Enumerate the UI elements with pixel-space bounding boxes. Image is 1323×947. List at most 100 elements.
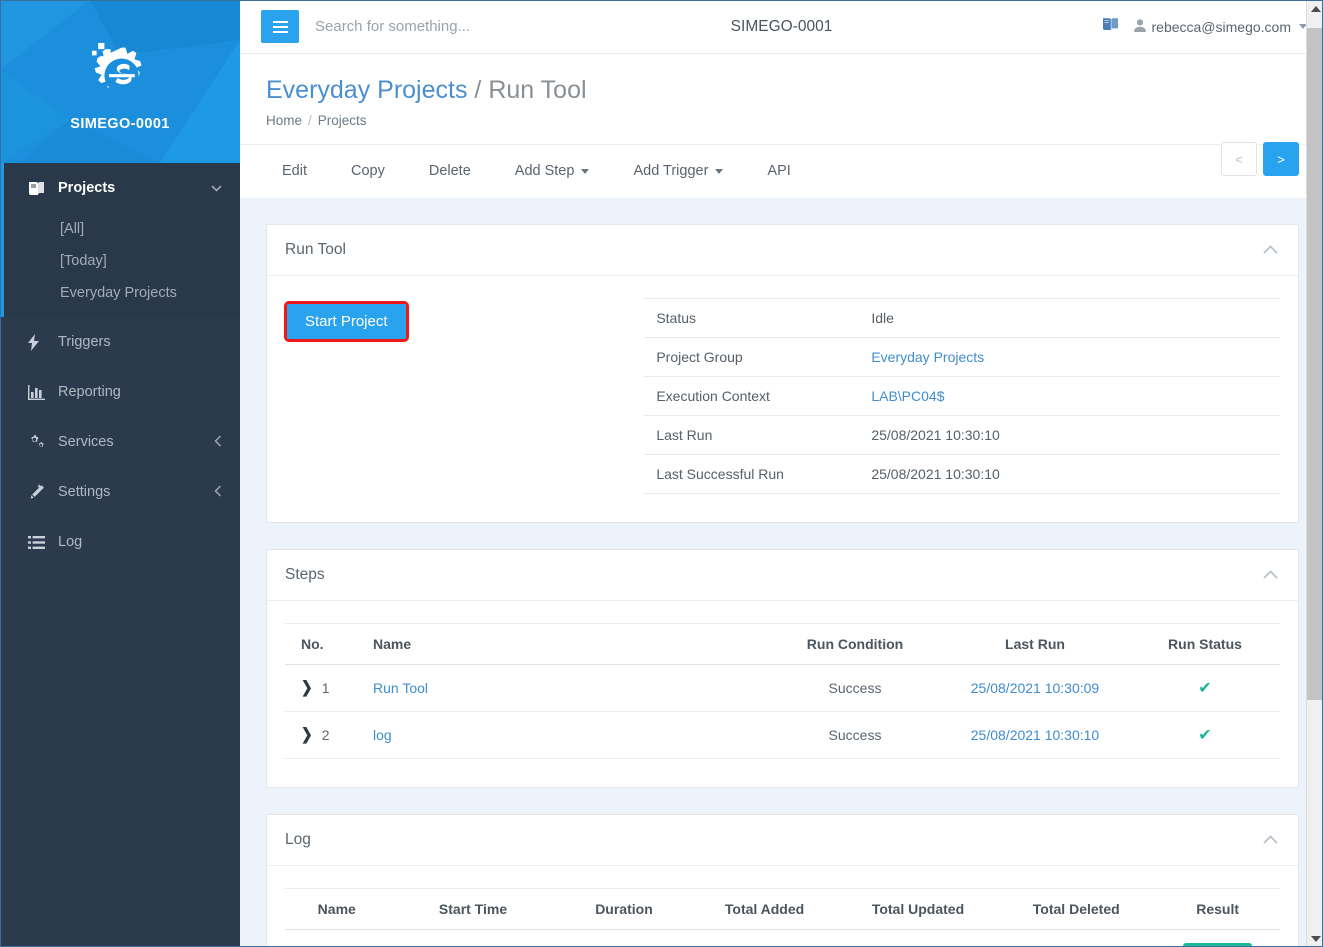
detail-value-link[interactable]: LAB\PC04$	[871, 388, 944, 404]
sidebar-item-settings[interactable]: Settings	[0, 467, 240, 517]
column-header-last-run: Last Run	[940, 622, 1130, 665]
status-badge: Success	[1183, 942, 1252, 947]
steps-panel: Steps No. Name Run Condition Last Run Ru…	[266, 548, 1299, 788]
sidebar-item-triggers[interactable]: Triggers	[0, 317, 240, 367]
detail-key: Status	[644, 298, 860, 338]
log-total-deleted: 0	[997, 929, 1156, 947]
content-area: Run Tool Start Project Status Idle Proje…	[240, 198, 1323, 947]
log-table-header-row: Name Start Time Duration Total Added Tot…	[285, 887, 1280, 930]
chevron-left-icon[interactable]	[214, 485, 222, 499]
sidebar-subnav-projects: [All] [Today] Everyday Projects	[0, 213, 240, 317]
user-icon	[1133, 18, 1146, 35]
step-last-run-link[interactable]: 25/08/2021 10:30:10	[971, 727, 1099, 743]
step-name-link[interactable]: Run Tool	[373, 680, 428, 696]
sidebar-item-label: Log	[58, 534, 83, 550]
sidebar-subitem-all[interactable]: [All]	[0, 213, 240, 245]
detail-key: Last Run	[644, 415, 860, 455]
sidebar-item-label: Settings	[58, 484, 111, 500]
chevron-up-icon[interactable]	[1263, 567, 1278, 582]
detail-row-last-run: Last Run 25/08/2021 10:30:10	[644, 415, 1280, 455]
table-row[interactable]: 69 25/08/2021 10:30:08 +00:00:02 0 0 0 S…	[285, 929, 1280, 947]
chart-bar-icon	[28, 384, 48, 400]
chevron-down-icon[interactable]	[211, 182, 222, 194]
chevron-right-icon[interactable]: ❯	[301, 678, 313, 698]
log-panel-body: Name Start Time Duration Total Added Tot…	[267, 866, 1298, 947]
scroll-up-button[interactable]	[1307, 0, 1323, 17]
page-header: Everyday Projects / Run Tool Home / Projec…	[240, 54, 1323, 176]
sidebar-item-log[interactable]: Log	[0, 517, 240, 567]
prev-page-button[interactable]: <	[1221, 142, 1257, 176]
user-email: rebecca@simego.com	[1151, 18, 1292, 35]
sidebar-item-reporting[interactable]: Reporting	[0, 367, 240, 417]
log-duration: +00:00:02	[557, 929, 691, 947]
bolt-icon	[28, 333, 48, 351]
chevron-left-icon[interactable]	[214, 435, 222, 449]
detail-key: Execution Context	[644, 376, 860, 416]
toolbar-label: Copy	[351, 163, 385, 180]
detail-row-execution-context: Execution Context LAB\PC04$	[644, 376, 1280, 416]
step-name-link[interactable]: log	[373, 727, 392, 743]
toolbar-delete-button[interactable]: Delete	[407, 144, 493, 198]
toolbar-label: Add Step	[514, 163, 575, 180]
brand-title: SIMEGO-0001	[70, 115, 170, 132]
toolbar-add-step-button[interactable]: Add Step	[493, 144, 612, 198]
scrollbar-thumb[interactable]	[1307, 28, 1323, 700]
user-menu[interactable]: rebecca@simego.com	[1133, 18, 1307, 35]
column-header-total-added: Total Added	[690, 887, 839, 930]
breadcrumb-projects[interactable]: Projects	[318, 113, 367, 128]
start-project-button[interactable]: Start Project	[284, 300, 409, 342]
table-row[interactable]: ❯ 2 log Success 25/08/2021 10:30:10 ✔	[285, 711, 1280, 759]
sidebar-item-services[interactable]: Services	[0, 417, 240, 467]
toolbar-copy-button[interactable]: Copy	[329, 144, 407, 198]
vertical-scrollbar[interactable]	[1306, 0, 1323, 947]
scroll-down-button[interactable]	[1307, 930, 1323, 947]
check-icon: ✔	[1198, 726, 1212, 744]
sidebar-subitem-today[interactable]: [Today]	[0, 245, 240, 277]
sidebar-item-label: Reporting	[58, 384, 121, 400]
sidebar-subitem-everyday-projects[interactable]: Everyday Projects	[0, 277, 240, 309]
breadcrumb-home[interactable]: Home	[266, 113, 302, 128]
hamburger-menu-icon[interactable]	[261, 10, 299, 43]
detail-value: 25/08/2021 10:30:10	[859, 415, 1280, 455]
log-table: Name Start Time Duration Total Added Tot…	[285, 887, 1280, 947]
step-last-run-link[interactable]: 25/08/2021 10:30:09	[971, 680, 1099, 696]
triangle-down-icon	[1310, 935, 1321, 942]
column-header-run-condition: Run Condition	[770, 622, 940, 665]
chevron-up-icon[interactable]	[1263, 832, 1278, 847]
detail-row-last-successful-run: Last Successful Run 25/08/2021 10:30:10	[644, 454, 1280, 494]
table-row[interactable]: ❯ 1 Run Tool Success 25/08/2021 10:30:09…	[285, 664, 1280, 712]
detail-value-link[interactable]: Everyday Projects	[871, 349, 984, 365]
chevron-right-icon[interactable]: ❯	[301, 725, 313, 745]
column-header-total-deleted: Total Deleted	[997, 887, 1156, 930]
column-header-name: Name	[365, 622, 770, 665]
caret-down-icon	[715, 168, 724, 174]
sidebar: SIMEGO-0001 Projects [All] [Today] Every…	[0, 0, 240, 947]
step-run-condition: Success	[770, 664, 940, 712]
log-panel: Log Name Start Time Duration Total Added…	[266, 813, 1299, 947]
pagination: < >	[1221, 142, 1299, 176]
log-total-added: 0	[690, 929, 839, 947]
detail-row-status: Status Idle	[644, 298, 1280, 338]
panel-title: Log	[285, 830, 311, 848]
chevron-up-icon[interactable]	[1263, 242, 1278, 257]
run-tool-panel-body: Start Project Status Idle Project Group …	[267, 276, 1298, 522]
sidebar-item-label: Services	[58, 434, 114, 450]
toolbar-api-button[interactable]: API	[745, 144, 812, 198]
start-project-container: Start Project	[284, 298, 624, 494]
book-icon[interactable]	[1102, 17, 1118, 36]
toolbar-add-trigger-button[interactable]: Add Trigger	[611, 144, 745, 198]
breadcrumb-separator: /	[308, 112, 312, 128]
detail-key: Project Group	[644, 337, 860, 377]
page-title-accent: Everyday Projects	[266, 76, 468, 104]
search-input[interactable]	[315, 18, 645, 35]
next-page-button[interactable]: >	[1263, 142, 1299, 176]
breadcrumb: Home / Projects	[266, 113, 1299, 128]
toolbar-edit-button[interactable]: Edit	[260, 144, 329, 198]
gear-logo-icon	[91, 42, 142, 93]
column-header-start-time: Start Time	[388, 887, 558, 930]
run-tool-panel: Run Tool Start Project Status Idle Proje…	[266, 223, 1299, 523]
sidebar-item-projects[interactable]: Projects	[0, 163, 240, 213]
column-header-no: No.	[285, 622, 365, 665]
column-header-result: Result	[1155, 887, 1280, 930]
top-bar: SIMEGO-0001 rebecca@simego.com	[240, 0, 1323, 54]
